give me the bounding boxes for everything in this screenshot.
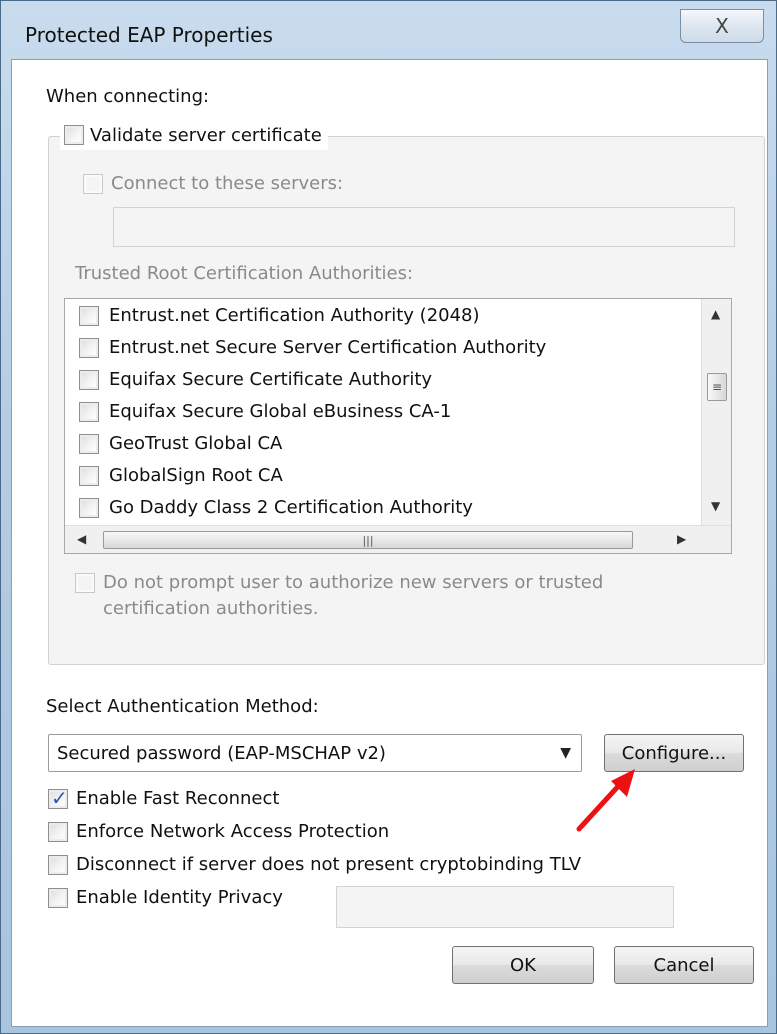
identity-privacy-input[interactable] [336,886,674,928]
enforce-nap-checkbox[interactable] [48,821,68,842]
list-item-checkbox[interactable] [79,465,99,486]
servers-input[interactable] [113,207,735,247]
do-not-prompt-line2: certification authorities. [103,598,319,619]
list-item[interactable]: Entrust.net Certification Authority (204… [79,305,480,326]
list-item-label: Entrust.net Certification Authority (204… [109,305,480,326]
list-horizontal-scrollbar[interactable]: ◀ ||| ▶ [65,525,731,553]
scroll-right-icon[interactable]: ▶ [677,532,686,546]
list-item[interactable]: Entrust.net Secure Server Certification … [79,337,546,358]
identity-privacy-checkbox[interactable] [48,887,68,908]
list-item-label: Equifax Secure Certificate Authority [109,369,433,390]
scroll-up-icon[interactable]: ▲ [711,307,720,321]
auth-method-value: Secured password (EAP-MSCHAP v2) [57,742,386,764]
list-item-label: GeoTrust Global CA [109,433,283,454]
validate-server-cert-label: Validate server certificate [90,124,322,146]
chevron-down-icon: ▼ [560,745,571,761]
trusted-root-label: Trusted Root Certification Authorities: [75,263,414,284]
when-connecting-label: When connecting: [46,86,210,107]
scroll-thumb-vertical[interactable]: ≡ [707,373,727,401]
validate-server-cert-row: Validate server certificate [60,120,328,150]
scroll-thumb-horizontal[interactable]: ||| [103,531,633,549]
list-item-label: GlobalSign Root CA [109,465,283,486]
scroll-left-icon[interactable]: ◀ [77,532,86,546]
close-icon: X [715,14,729,38]
list-item[interactable]: Equifax Secure Global eBusiness CA-1 [79,401,451,422]
fast-reconnect-row: Enable Fast Reconnect [48,786,280,810]
ok-button[interactable]: OK [452,946,594,984]
list-item[interactable]: GlobalSign Root CA [79,465,283,486]
do-not-prompt-checkbox[interactable] [75,573,95,593]
enforce-nap-row: Enforce Network Access Protection [48,821,389,842]
ok-button-label: OK [510,954,536,976]
configure-button-label: Configure... [621,742,727,764]
do-not-prompt-line1: Do not prompt user to authorize new serv… [103,572,604,593]
list-item[interactable]: Equifax Secure Certificate Authority [79,369,432,390]
connect-to-servers-checkbox[interactable] [83,173,103,194]
fast-reconnect-label: Enable Fast Reconnect [76,788,280,809]
fast-reconnect-checkbox[interactable] [48,786,68,810]
list-item-checkbox[interactable] [79,337,99,358]
validate-server-cert-checkbox[interactable] [64,125,84,145]
close-button[interactable]: X [680,9,764,43]
identity-privacy-label: Enable Identity Privacy [76,887,283,908]
list-item-label: Entrust.net Secure Server Certification … [109,337,547,358]
list-item-checkbox[interactable] [79,305,99,326]
dialog-window: Protected EAP Properties X When connecti… [0,0,777,1034]
disconnect-tlv-row: Disconnect if server does not present cr… [48,854,581,875]
auth-method-label: Select Authentication Method: [46,696,319,717]
trusted-roots-list[interactable]: Entrust.net Certification Authority (204… [64,298,732,554]
connect-to-servers-label: Connect to these servers: [111,173,344,194]
do-not-prompt-label: Do not prompt user to authorize new serv… [103,570,603,622]
scroll-down-icon[interactable]: ▼ [711,499,720,513]
disconnect-tlv-label: Disconnect if server does not present cr… [76,854,582,875]
list-item-checkbox[interactable] [79,433,99,454]
list-item-checkbox[interactable] [79,369,99,390]
list-item[interactable]: Go Daddy Class 2 Certification Authority [79,497,473,518]
enforce-nap-label: Enforce Network Access Protection [76,821,390,842]
list-item-label: Go Daddy Class 2 Certification Authority [109,497,473,518]
list-item-checkbox[interactable] [79,401,99,422]
window-title: Protected EAP Properties [25,23,273,47]
list-item[interactable]: GeoTrust Global CA [79,433,282,454]
do-not-prompt-row: Do not prompt user to authorize new serv… [75,570,603,622]
annotation-arrow-icon [576,769,635,832]
list-item-label: Equifax Secure Global eBusiness CA-1 [109,401,452,422]
dialog-body: When connecting: Connect to these server… [11,59,768,1027]
connect-to-servers-row: Connect to these servers: [83,173,343,194]
cancel-button-label: Cancel [653,954,715,976]
cancel-button[interactable]: Cancel [614,946,754,984]
list-item-checkbox[interactable] [79,497,99,518]
disconnect-tlv-checkbox[interactable] [48,854,68,875]
list-vertical-scrollbar[interactable]: ▲ ≡ ▼ [701,299,731,525]
auth-method-select[interactable]: Secured password (EAP-MSCHAP v2) ▼ [48,734,582,772]
identity-privacy-row: Enable Identity Privacy [48,887,283,908]
